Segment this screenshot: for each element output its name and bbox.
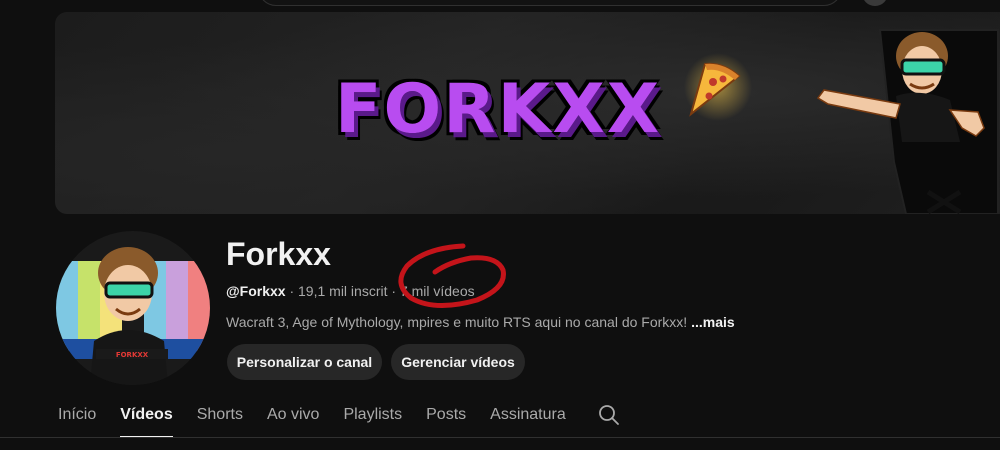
channel-avatar[interactable]: FORKXX xyxy=(56,231,210,385)
avatar-badge-text: FORKXX xyxy=(116,351,149,359)
manage-videos-button[interactable]: Gerenciar vídeos xyxy=(391,344,525,380)
tab-inicio[interactable]: Início xyxy=(58,396,96,436)
description-text: Wacraft 3, Age of Mythology, xyxy=(226,314,408,330)
tab-videos[interactable]: Vídeos xyxy=(120,396,174,438)
avatar-illustration: FORKXX xyxy=(56,247,210,385)
tab-ao-vivo[interactable]: Ao vivo xyxy=(267,396,319,436)
tab-playlists[interactable]: Playlists xyxy=(343,396,402,436)
banner-logo-text: FORKXX xyxy=(335,70,662,149)
customize-channel-button[interactable]: Personalizar o canal xyxy=(227,344,382,380)
channel-banner: FORKXX xyxy=(55,12,1000,214)
tab-assinatura[interactable]: Assinatura xyxy=(490,396,566,436)
tab-search-button[interactable] xyxy=(598,396,620,431)
channel-name: Forkxx xyxy=(226,236,331,272)
tabs-divider xyxy=(0,437,1000,438)
top-user-avatar[interactable] xyxy=(862,0,888,6)
character-tv-illustration xyxy=(816,29,999,214)
tab-shorts[interactable]: Shorts xyxy=(197,396,243,436)
tab-posts[interactable]: Posts xyxy=(426,396,466,436)
search-icon xyxy=(598,405,619,425)
channel-handle: @Forkxx xyxy=(226,283,286,299)
top-search-bar[interactable] xyxy=(258,0,842,6)
pizza-icon xyxy=(684,53,752,121)
meta-separator: · xyxy=(289,283,295,299)
channel-tabs: Início Vídeos Shorts Ao vivo Playlists P… xyxy=(58,396,620,438)
description-more-link[interactable]: ...mais xyxy=(691,314,735,330)
subscriber-count: 19,1 mil inscrit xyxy=(298,283,388,299)
red-circle-annotation xyxy=(398,243,506,309)
